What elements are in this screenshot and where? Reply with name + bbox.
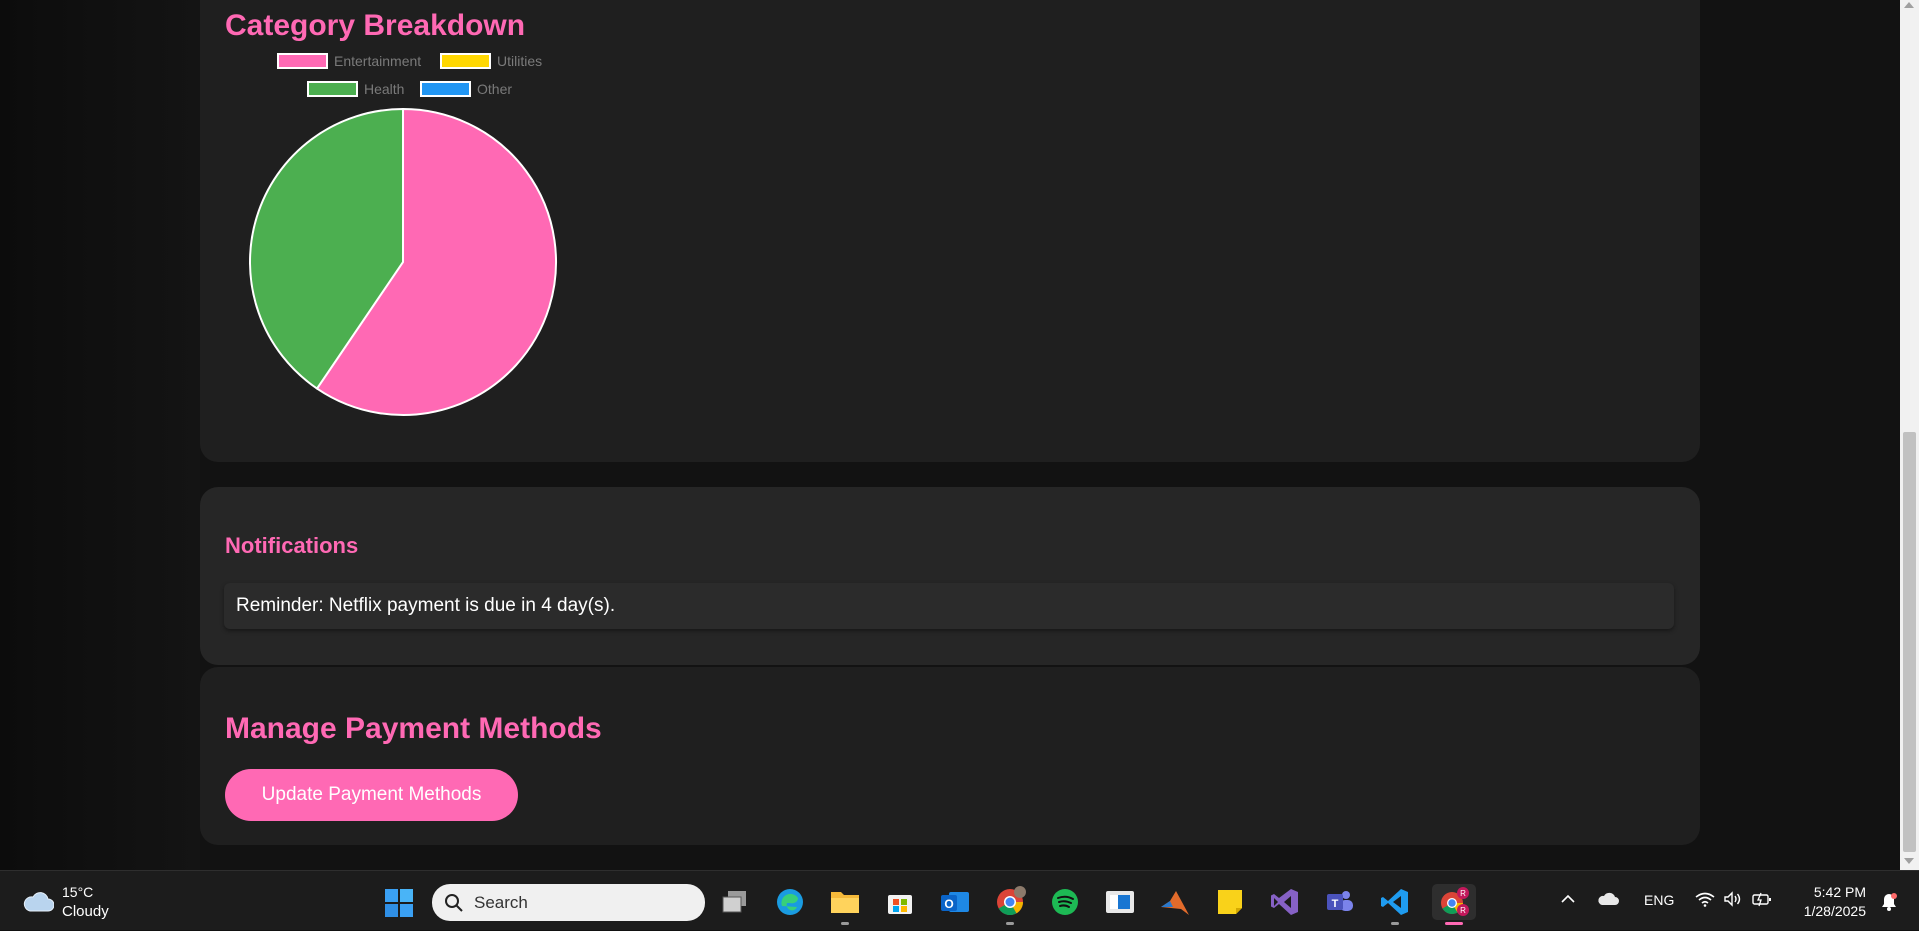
weather-widget[interactable]: 15°C Cloudy — [22, 883, 109, 921]
category-breakdown-card: Category Breakdown Entertainment Utiliti… — [200, 0, 1700, 462]
legend-item-utilities[interactable]: Utilities — [440, 53, 542, 69]
svg-text:O: O — [944, 897, 953, 911]
wifi-icon[interactable] — [1695, 891, 1715, 907]
language-indicator[interactable]: ENG — [1644, 892, 1674, 908]
notifications-title: Notifications — [225, 533, 359, 558]
running-indicator — [841, 922, 849, 925]
weather-temperature: 15°C — [62, 884, 94, 900]
web-page: Category Breakdown Entertainment Utiliti… — [0, 0, 1919, 870]
legend-item-entertainment[interactable]: Entertainment — [277, 53, 421, 69]
legend-label-health: Health — [364, 81, 405, 97]
chrome-profile-icon[interactable]: RR — [1432, 884, 1476, 925]
svg-text:R: R — [1460, 906, 1466, 915]
legend-swatch-health — [307, 81, 358, 97]
clock-date: 1/28/2025 — [1803, 903, 1866, 919]
legend-label-entertainment: Entertainment — [334, 53, 422, 69]
taskbar-search-box[interactable]: Search — [432, 884, 705, 921]
running-indicator — [1391, 922, 1399, 925]
scroll-up-arrow-icon[interactable] — [1904, 2, 1914, 8]
edge-browser-icon[interactable] — [772, 884, 808, 920]
category-breakdown-title: Category Breakdown — [225, 9, 526, 42]
svg-text:R: R — [1460, 889, 1466, 898]
onedrive-cloud-icon[interactable] — [1597, 891, 1619, 907]
payment-methods-card: Manage Payment Methods Update Payment Me… — [200, 667, 1700, 845]
vscode-icon[interactable] — [1377, 884, 1413, 925]
page-scrollbar[interactable] — [1900, 0, 1919, 870]
legend-label-utilities: Utilities — [497, 53, 543, 69]
scrollbar-thumb[interactable] — [1903, 432, 1916, 852]
cloud-icon — [23, 892, 54, 912]
search-placeholder: Search — [474, 892, 528, 912]
notification-text: Reminder: Netflix payment is due in 4 da… — [236, 595, 616, 616]
legend-swatch-utilities — [440, 53, 491, 69]
spotify-icon[interactable] — [1047, 884, 1083, 920]
volume-icon[interactable] — [1723, 891, 1743, 907]
chevron-up-icon[interactable] — [1560, 891, 1576, 907]
visual-studio-icon[interactable] — [1267, 884, 1303, 920]
notification-item: Reminder: Netflix payment is due in 4 da… — [224, 583, 1674, 629]
sticky-notes-icon[interactable] — [1212, 884, 1248, 920]
payment-methods-title: Manage Payment Methods — [225, 712, 602, 745]
weather-description: Cloudy — [62, 903, 109, 920]
teams-icon[interactable]: T — [1322, 884, 1358, 920]
category-pie-chart[interactable] — [247, 106, 559, 418]
legend-item-other[interactable]: Other — [420, 81, 512, 97]
matlab-icon[interactable] — [1157, 884, 1193, 920]
legend-swatch-entertainment — [277, 53, 328, 69]
battery-icon[interactable] — [1751, 891, 1773, 907]
update-payment-methods-button[interactable]: Update Payment Methods — [225, 769, 518, 821]
task-view-icon[interactable] — [717, 884, 753, 920]
running-indicator — [1006, 922, 1014, 925]
clock-time: 5:42 PM — [1813, 884, 1866, 900]
legend-swatch-other — [420, 81, 471, 97]
windows-start-icon[interactable] — [384, 888, 414, 918]
notification-bell-icon[interactable] — [1880, 892, 1898, 912]
active-indicator — [1445, 922, 1463, 925]
legend-item-health[interactable]: Health — [307, 81, 404, 97]
outlook-icon[interactable]: O — [937, 884, 973, 920]
windows-taskbar: 15°C Cloudy Search O T R R ENG 5:42 PM 1… — [0, 870, 1919, 930]
chrome-icon[interactable] — [992, 884, 1028, 925]
microsoft-store-icon[interactable] — [882, 884, 918, 920]
notifications-card: Notifications Reminder: Netflix payment … — [200, 487, 1700, 665]
svg-text:T: T — [1332, 898, 1339, 910]
scroll-down-arrow-icon[interactable] — [1904, 858, 1914, 864]
search-icon — [445, 893, 463, 912]
system-clock[interactable]: 5:42 PM 1/28/2025 — [1790, 883, 1866, 921]
legend-label-other: Other — [477, 81, 513, 97]
file-explorer-icon[interactable] — [827, 884, 863, 925]
screen-app-icon[interactable] — [1102, 884, 1138, 920]
